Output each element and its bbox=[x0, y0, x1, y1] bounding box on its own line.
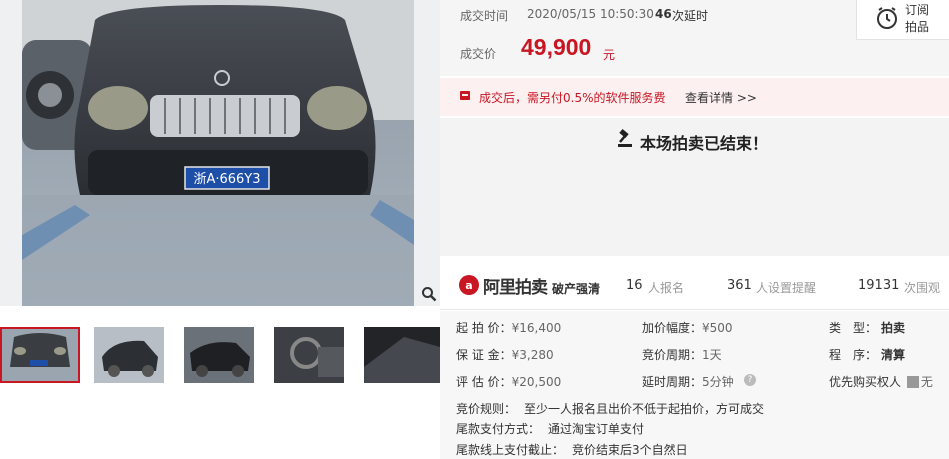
registrations-label: 人报名 bbox=[648, 281, 685, 295]
detail-deposit: 保 证 金：¥3,280 bbox=[456, 348, 554, 362]
detail-starting-price: 起 拍 价：¥16,400 bbox=[456, 321, 562, 335]
deal-time-label: 成交时间 bbox=[460, 9, 509, 23]
main-product-photo[interactable]: 浙A·666Y3 bbox=[0, 0, 440, 306]
deal-price-label: 成交价 bbox=[460, 47, 497, 61]
thumbnail-5[interactable] bbox=[364, 327, 440, 383]
views-count: 19131 bbox=[858, 278, 900, 293]
detail-bid-period: 竞价周期：1天 bbox=[642, 348, 722, 362]
subscribe-label[interactable]: 订阅拍品 bbox=[905, 2, 935, 36]
alarm-clock-icon bbox=[876, 6, 898, 30]
fee-details-link[interactable]: 查看详情 >> bbox=[685, 89, 757, 106]
rule-payment-deadline: 尾款线上支付截止： 竞价结束后3个自然日 bbox=[456, 443, 688, 457]
deal-price-unit: 元 bbox=[603, 48, 616, 62]
thumbnail-4[interactable] bbox=[274, 327, 344, 383]
detail-increment: 加价幅度：¥500 bbox=[642, 321, 733, 335]
thumbnail-2[interactable] bbox=[94, 327, 164, 383]
brand-tag: 破产强清 bbox=[552, 282, 601, 296]
auction-ended-message: 本场拍卖已结束！ bbox=[640, 134, 769, 153]
detail-priority-buyer: 优先购买权人 无 bbox=[829, 375, 933, 389]
brand-name: 阿里拍卖 bbox=[483, 278, 548, 298]
thumbnail-3[interactable] bbox=[184, 327, 254, 383]
deal-time-value: 2020/05/15 10:50:30 bbox=[527, 7, 654, 21]
detail-delay-period: 延时周期：5分钟 bbox=[642, 375, 734, 389]
info-badge-icon[interactable] bbox=[906, 376, 919, 388]
delay-count-label: 次延时 bbox=[672, 9, 709, 23]
reminders-count: 361 bbox=[727, 278, 752, 293]
license-plate-text: 浙A·666Y3 bbox=[193, 172, 260, 187]
detail-type: 类 型： 拍卖 bbox=[829, 321, 906, 335]
detail-appraisal: 评 估 价：¥20,500 bbox=[456, 375, 562, 389]
reminders-label: 人设置提醒 bbox=[756, 281, 817, 295]
zoom-icon[interactable] bbox=[418, 283, 440, 305]
rule-bidding: 竞价规则： 至少一人报名且出价不低于起拍价，方可成交 bbox=[456, 402, 765, 416]
subscribe-button[interactable] bbox=[856, 0, 949, 40]
help-icon[interactable]: ? bbox=[744, 374, 756, 386]
registrations-count: 16 bbox=[626, 278, 643, 293]
svg-text:a: a bbox=[465, 279, 472, 292]
deal-price-value: 49,900 bbox=[521, 34, 592, 60]
thumbnail-1[interactable] bbox=[0, 327, 80, 383]
detail-procedure: 程 序： 清算 bbox=[829, 348, 906, 362]
rule-payment-method: 尾款支付方式： 通过淘宝订单支付 bbox=[456, 422, 645, 436]
ali-auction-logo-icon: a bbox=[458, 274, 480, 296]
views-label: 次围观 bbox=[904, 281, 941, 295]
delay-count: 46 bbox=[655, 7, 672, 21]
gavel-icon bbox=[616, 129, 636, 149]
wallet-icon bbox=[459, 89, 471, 101]
service-fee-text: 成交后，需另付0.5%的软件服务费 bbox=[479, 91, 666, 105]
